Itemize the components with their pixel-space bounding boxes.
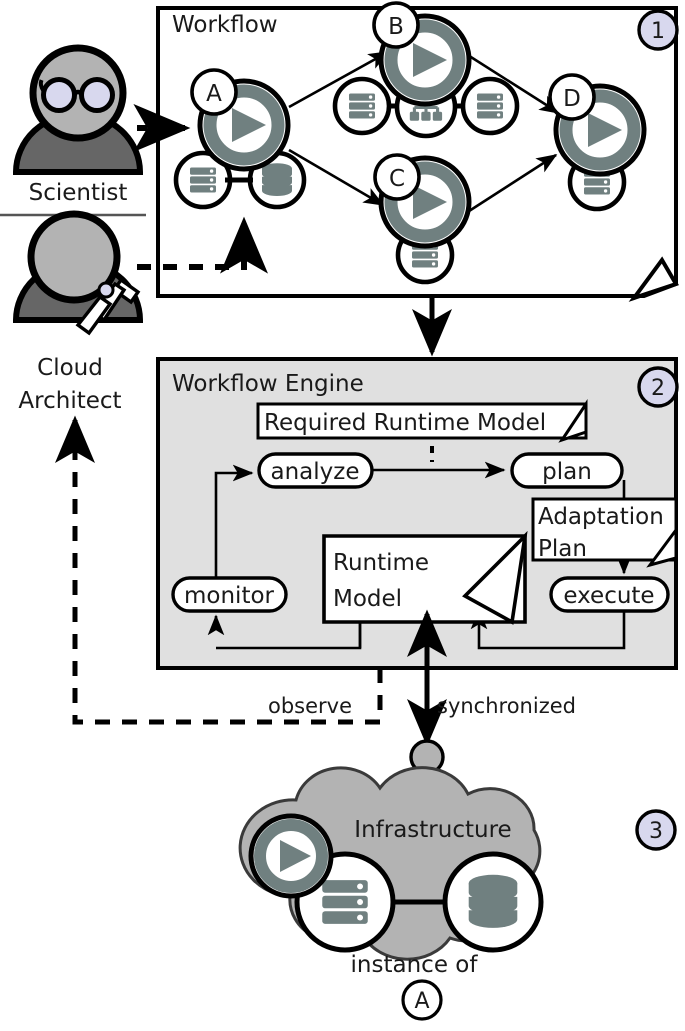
panel-engine-title: Workflow Engine — [172, 371, 364, 397]
database-icon — [468, 874, 518, 928]
badge-1: 1 — [637, 9, 679, 51]
diagram-canvas: Scientist Cloud Architect Workflow 1 A B… — [0, 0, 685, 1031]
server-icon — [322, 880, 368, 924]
server-icon — [349, 93, 375, 119]
panel-workflow-engine[interactable]: Workflow Engine 2 Required Runtime Model… — [156, 357, 679, 670]
artifact-runtime-model[interactable]: Runtime Model — [322, 530, 528, 625]
panel-workflow-title: Workflow — [172, 12, 278, 38]
infra-instance-node[interactable]: A — [401, 979, 443, 1021]
badge-1-label: 1 — [651, 19, 665, 44]
workflow-node-C-label: C — [389, 166, 405, 192]
artifact-adaptation-plan-label-line1: Adaptation — [538, 504, 664, 530]
infra-play[interactable] — [248, 813, 334, 899]
artifact-required-runtime-model[interactable]: Required Runtime Model — [256, 399, 588, 443]
database-icon — [262, 163, 292, 196]
activity-plan[interactable]: plan — [510, 452, 624, 489]
panel-infrastructure[interactable]: Infrastructure 3 instance of A — [238, 766, 677, 1021]
activity-monitor-label: monitor — [184, 583, 275, 609]
server-icon — [477, 93, 503, 119]
workflow-node-B-label: B — [388, 14, 404, 40]
actor-scientist-label: Scientist — [29, 180, 128, 206]
workflow-node-A-label: A — [206, 81, 222, 107]
activity-execute-label: execute — [563, 583, 654, 609]
activity-analyze[interactable]: analyze — [257, 452, 374, 489]
badge-2-label: 2 — [651, 376, 665, 401]
infra-instance-node-label: A — [414, 989, 429, 1014]
panel-workflow[interactable]: Workflow 1 A B C D — [156, 1, 679, 302]
badge-3-label: 3 — [649, 819, 663, 844]
artifact-runtime-model-label-line2: Model — [333, 586, 402, 612]
actor-cloud-architect-label-line2: Architect — [18, 388, 121, 414]
artifact-required-runtime-model-label: Required Runtime Model — [264, 410, 546, 436]
workflow-node-D-label: D — [563, 86, 581, 112]
server-icon — [190, 167, 216, 193]
activity-monitor[interactable]: monitor — [171, 576, 288, 613]
artifact-runtime-model-label-line1: Runtime — [333, 550, 429, 576]
actor-scientist[interactable]: Scientist — [12, 44, 144, 206]
connection-observe-label: observe — [268, 694, 352, 718]
artifact-adaptation-plan[interactable]: Adaptation Plan — [531, 497, 678, 568]
activity-analyze-label: analyze — [271, 459, 360, 485]
artifact-adaptation-plan-label-line2: Plan — [538, 536, 587, 562]
panel-infrastructure-title: Infrastructure — [354, 817, 511, 843]
badge-2: 2 — [637, 366, 679, 408]
actor-cloud-architect-label-line1: Cloud — [37, 355, 103, 381]
connection-synchronized-label: synchronized — [437, 694, 576, 718]
infra-database[interactable] — [442, 851, 544, 953]
infra-instance-of-label: instance of — [351, 952, 479, 978]
badge-3: 3 — [635, 809, 677, 851]
activity-execute[interactable]: execute — [549, 576, 670, 613]
activity-plan-label: plan — [542, 459, 592, 485]
actor-cloud-architect[interactable]: Cloud Architect — [12, 210, 144, 414]
